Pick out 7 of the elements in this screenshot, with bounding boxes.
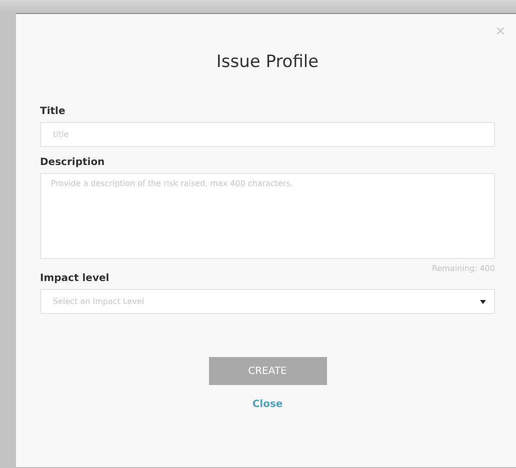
- dialog-title: Issue Profile: [216, 52, 319, 72]
- field-label: Description: [40, 157, 105, 168]
- field-label: Title: [40, 106, 66, 117]
- close-link[interactable]: Close: [252, 399, 283, 410]
- field-label: Impact level: [40, 273, 110, 284]
- caret-icon: [480, 300, 486, 304]
- close-icon[interactable]: ×: [495, 24, 506, 39]
